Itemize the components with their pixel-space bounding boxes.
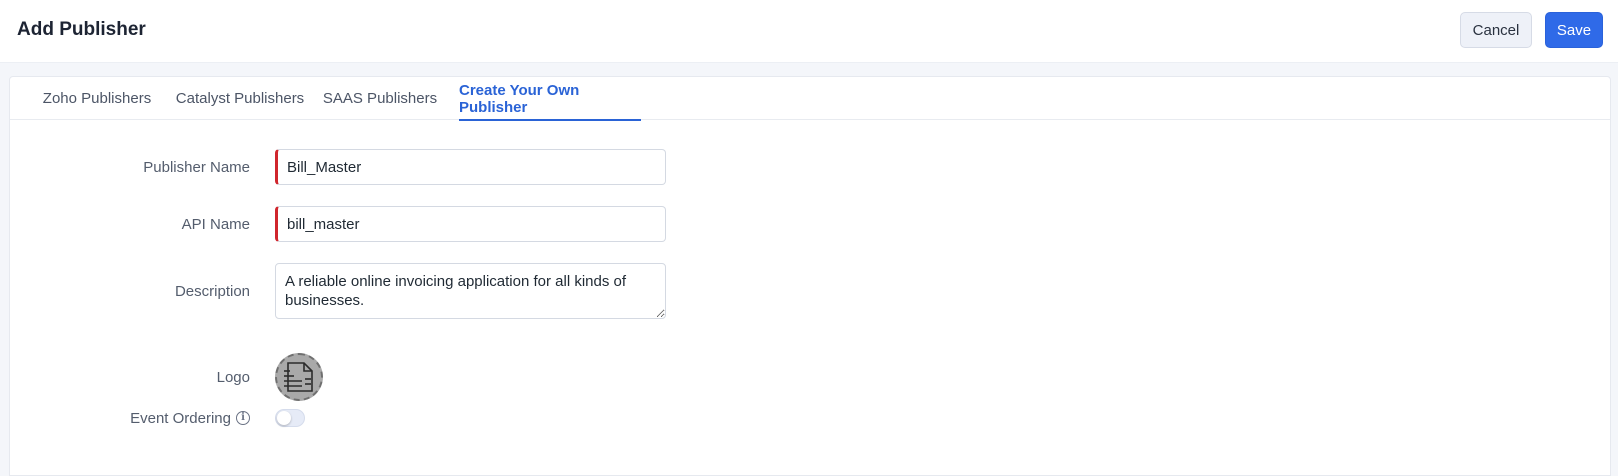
tab-create-your-own-publisher[interactable]: Create Your Own Publisher bbox=[459, 77, 641, 121]
logo-upload[interactable] bbox=[275, 353, 323, 401]
toggle-knob bbox=[277, 411, 291, 425]
logo-label: Logo bbox=[216, 368, 250, 386]
description-label: Description bbox=[174, 282, 250, 300]
page-title: Add Publisher bbox=[17, 19, 146, 40]
api-name-label: API Name bbox=[181, 215, 250, 233]
tab-zoho-publishers[interactable]: Zoho Publishers bbox=[30, 77, 164, 120]
publisher-form-card: Zoho Publishers Catalyst Publishers SAAS… bbox=[9, 76, 1611, 476]
api-name-input[interactable] bbox=[275, 206, 666, 242]
publisher-tabs: Zoho Publishers Catalyst Publishers SAAS… bbox=[10, 77, 1610, 121]
cancel-button[interactable]: Cancel bbox=[1460, 12, 1532, 48]
publisher-name-label: Publisher Name bbox=[143, 158, 250, 176]
event-ordering-label-group: Event Ordering i bbox=[10, 407, 250, 429]
tab-catalyst-publishers[interactable]: Catalyst Publishers bbox=[170, 77, 310, 120]
description-textarea[interactable]: A reliable online invoicing application … bbox=[275, 263, 666, 319]
info-icon[interactable]: i bbox=[236, 411, 250, 425]
page-header: Add Publisher Cancel Save bbox=[0, 0, 1618, 63]
event-ordering-label: Event Ordering bbox=[130, 409, 231, 427]
document-icon bbox=[284, 362, 313, 392]
save-button[interactable]: Save bbox=[1545, 12, 1603, 48]
event-ordering-toggle[interactable] bbox=[275, 409, 305, 427]
publisher-name-input[interactable] bbox=[275, 149, 666, 185]
tab-saas-publishers[interactable]: SAAS Publishers bbox=[320, 77, 440, 120]
